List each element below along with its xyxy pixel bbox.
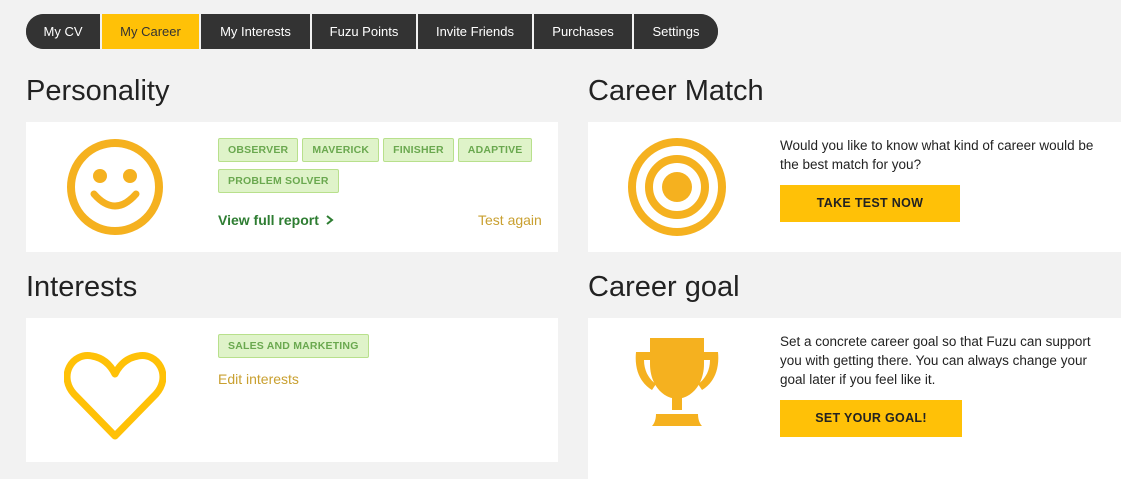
career-match-card: Would you like to know what kind of care… <box>588 122 1121 252</box>
tag-adaptive: ADAPTIVE <box>457 138 533 162</box>
career-goal-title: Career goal <box>588 271 740 303</box>
nav-tab-my-interests[interactable]: My Interests <box>201 14 312 49</box>
tag-sales-and-marketing: SALES AND MARKETING <box>218 334 369 358</box>
test-again-link[interactable]: Test again <box>478 212 542 228</box>
target-icon <box>628 138 726 236</box>
interests-title: Interests <box>26 271 138 303</box>
set-your-goal-button[interactable]: SET YOUR GOAL! <box>780 400 962 437</box>
nav-tab-my-cv[interactable]: My CV <box>26 14 102 49</box>
personality-title: Personality <box>26 75 170 107</box>
career-match-title: Career Match <box>588 75 764 107</box>
top-navigation: My CV My Career My Interests Fuzu Points… <box>26 14 718 49</box>
edit-interests-link[interactable]: Edit interests <box>218 371 299 387</box>
career-match-description: Would you like to know what kind of care… <box>780 138 1094 172</box>
tag-observer: OBSERVER <box>218 138 299 162</box>
smiley-icon <box>67 139 163 235</box>
personality-tags: OBSERVER MAVERICK FINISHER ADAPTIVE PROB… <box>218 138 538 193</box>
personality-card: OBSERVER MAVERICK FINISHER ADAPTIVE PROB… <box>26 122 558 252</box>
nav-tab-fuzu-points[interactable]: Fuzu Points <box>312 14 418 49</box>
career-goal-description: Set a concrete career goal so that Fuzu … <box>780 334 1091 387</box>
trophy-icon <box>635 338 719 426</box>
nav-tab-invite-friends[interactable]: Invite Friends <box>418 14 534 49</box>
heart-icon <box>64 352 166 440</box>
tag-maverick: MAVERICK <box>302 138 380 162</box>
career-goal-card: Set a concrete career goal so that Fuzu … <box>588 318 1121 479</box>
nav-tab-my-career[interactable]: My Career <box>102 14 201 49</box>
view-full-report-label: View full report <box>218 212 319 228</box>
nav-tab-purchases[interactable]: Purchases <box>534 14 634 49</box>
view-full-report-link[interactable]: View full report <box>218 212 334 228</box>
nav-tab-settings[interactable]: Settings <box>634 14 718 49</box>
interests-card: SALES AND MARKETING Edit interests <box>26 318 558 462</box>
tag-finisher: FINISHER <box>383 138 454 162</box>
tag-problem-solver: PROBLEM SOLVER <box>218 169 339 193</box>
interests-tags: SALES AND MARKETING <box>218 334 538 358</box>
take-test-now-button[interactable]: TAKE TEST NOW <box>780 185 960 222</box>
chevron-right-icon <box>326 215 334 226</box>
